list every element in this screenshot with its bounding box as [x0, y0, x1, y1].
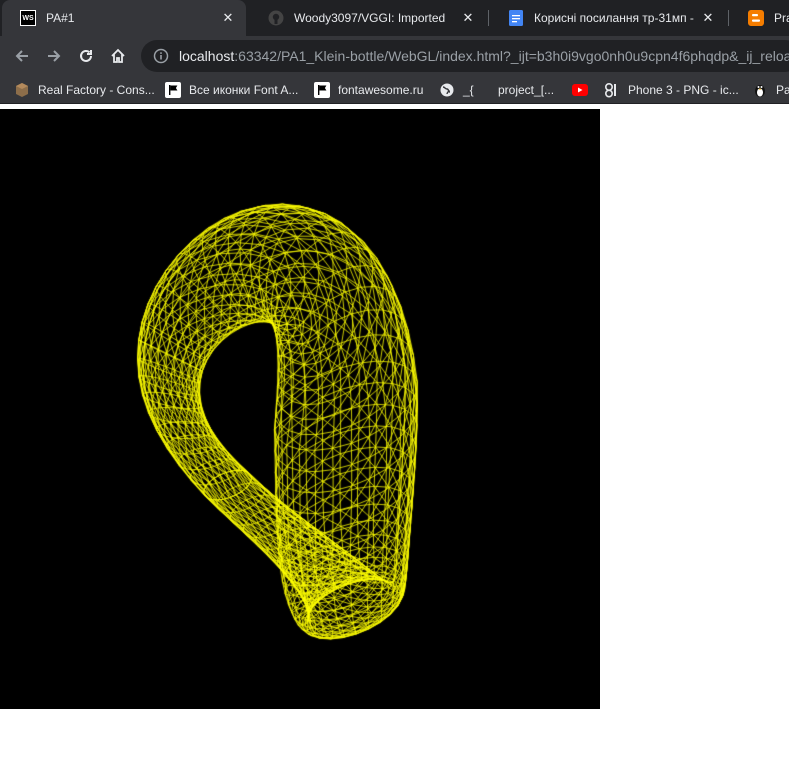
bookmark-label: fontawesome.ru [338, 83, 424, 97]
page-content [0, 104, 789, 771]
bookmark-label: Pa [776, 83, 789, 97]
flag-icon [314, 82, 330, 98]
tab-blogger[interactable]: Practi [730, 0, 789, 36]
bookmark-item[interactable] [572, 80, 596, 100]
flag-icon [165, 82, 181, 98]
bookmarks-bar: Real Factory - Cons... Все иконки Font A… [0, 76, 789, 104]
globe-icon [439, 82, 455, 98]
forward-button[interactable] [40, 42, 68, 70]
bookmark-label: Все иконки Font A... [189, 83, 299, 97]
url-text[interactable]: localhost:63342/PA1_Klein-bottle/WebGL/i… [179, 48, 789, 64]
tab-pa1[interactable]: WS PA#1 ✕ [2, 0, 246, 36]
close-tab-icon[interactable]: ✕ [700, 10, 716, 26]
tab-title: Woody3097/VGGI: Imported [294, 11, 446, 25]
cube-icon [14, 82, 30, 98]
home-icon [111, 48, 125, 63]
bookmark-item[interactable]: Все иконки Font A... [165, 80, 298, 100]
bookmark-label: Phone 3 - PNG - ic... [628, 83, 739, 97]
tab-google-doc[interactable]: Корисні посилання тр-31мп - G ✕ [490, 0, 726, 36]
github-icon [268, 10, 284, 26]
google-docs-icon [508, 10, 524, 26]
blogger-icon [748, 10, 764, 26]
youtube-icon [572, 82, 588, 98]
bookmark-item[interactable]: Pa [752, 80, 789, 100]
tab-title: PA#1 [46, 11, 75, 25]
tab-title: Practi [774, 11, 789, 25]
tab-title: Корисні посилання тр-31мп - G [534, 11, 694, 25]
tab-separator [488, 10, 489, 26]
webgl-canvas[interactable] [0, 109, 600, 709]
bookmark-item[interactable]: Real Factory - Cons... [14, 80, 155, 100]
info-icon[interactable] [153, 48, 169, 64]
bookmark-item[interactable]: project_[... [498, 80, 554, 100]
arrow-right-icon [48, 50, 61, 62]
icons8-icon [604, 82, 620, 98]
bookmark-label: project_[... [498, 83, 555, 97]
bookmark-label: Real Factory - Cons... [38, 83, 155, 97]
close-tab-icon[interactable]: ✕ [460, 10, 476, 26]
webstorm-icon: WS [20, 10, 36, 26]
linux-penguin-icon [752, 82, 768, 98]
reload-icon [80, 49, 92, 62]
bookmark-item[interactable]: Phone 3 - PNG - ic... [604, 80, 739, 100]
tab-strip: WS PA#1 ✕ Woody3097/VGGI: Imported ✕ Кор… [0, 0, 789, 36]
close-tab-icon[interactable]: ✕ [220, 10, 236, 26]
arrow-left-icon [15, 50, 28, 62]
url-path: :63342/PA1_Klein-bottle/WebGL/index.html… [234, 48, 789, 64]
back-button[interactable] [8, 42, 36, 70]
bookmark-item[interactable]: _{ [439, 80, 474, 100]
tab-github[interactable]: Woody3097/VGGI: Imported ✕ [250, 0, 486, 36]
home-button[interactable] [104, 42, 132, 70]
url-host: localhost [179, 48, 235, 64]
browser-toolbar: localhost:63342/PA1_Klein-bottle/WebGL/i… [0, 36, 789, 76]
reload-button[interactable] [72, 42, 100, 70]
bookmark-label: _{ [463, 83, 474, 97]
bookmark-item[interactable]: fontawesome.ru [314, 80, 423, 100]
address-bar[interactable]: localhost:63342/PA1_Klein-bottle/WebGL/i… [141, 40, 789, 72]
tab-separator [728, 10, 729, 26]
